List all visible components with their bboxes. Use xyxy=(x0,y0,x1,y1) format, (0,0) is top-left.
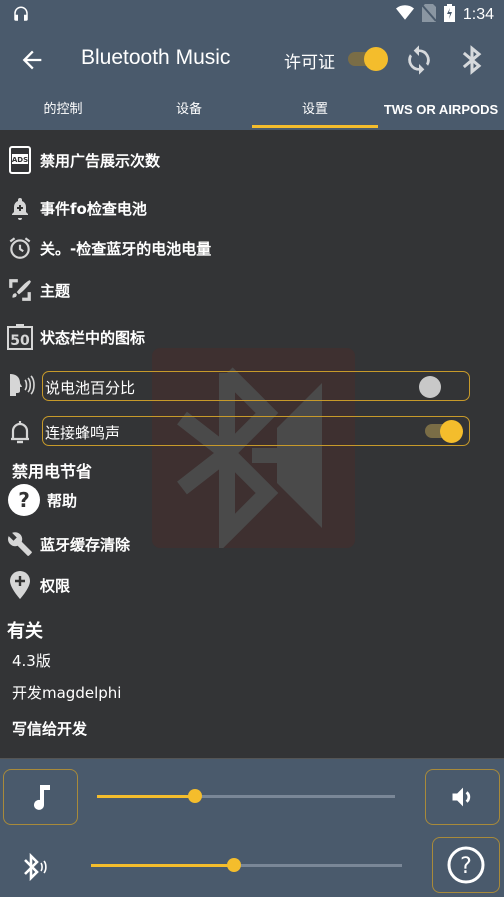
license-label: 许可证 xyxy=(284,53,335,73)
back-button[interactable] xyxy=(18,46,46,74)
contact-developer-link[interactable]: 写信给开发 xyxy=(12,718,87,739)
bluetooth-icon xyxy=(462,45,482,75)
slider-thumb[interactable] xyxy=(227,858,242,872)
bell-plus-icon xyxy=(7,194,33,222)
switch-off-thumb[interactable] xyxy=(419,376,441,398)
toggle-speak-battery-percent[interactable]: 说电池百分比 xyxy=(42,371,470,401)
tab-tws-airpods[interactable]: TWS OR AIRPODS xyxy=(378,92,504,130)
settings-list: ADS 禁用广告展示次数 事件fo检查电池 关。-检查蓝牙的电池电量 主题 50… xyxy=(0,130,504,758)
volume-button[interactable] xyxy=(425,769,500,825)
help-circle-icon: ? xyxy=(8,484,40,516)
setting-clear-bt-cache[interactable]: 蓝牙缓存清除 xyxy=(0,530,130,558)
svg-text:50: 50 xyxy=(10,333,30,349)
toggle-label: 连接蜂鸣声 xyxy=(45,424,121,442)
music-button[interactable] xyxy=(3,769,78,825)
ads-icon: ADS xyxy=(7,146,33,174)
setting-label: 蓝牙缓存清除 xyxy=(40,535,131,554)
headphones-icon xyxy=(12,5,30,27)
setting-label: 事件fo检查电池 xyxy=(40,199,147,218)
sync-icon xyxy=(408,45,430,75)
speak-icon xyxy=(8,372,36,402)
sync-button[interactable] xyxy=(403,44,435,76)
status-bar: 1:34 xyxy=(0,0,504,30)
setting-bt-battery-check-off[interactable]: 关。-检查蓝牙的电池电量 xyxy=(0,234,211,262)
tab-devices[interactable]: 设备 xyxy=(126,92,252,130)
slider-thumb[interactable] xyxy=(188,789,203,803)
developer-label[interactable]: 开发magdelphi xyxy=(12,682,121,703)
bluetooth-audio-icon xyxy=(22,852,50,886)
theme-brush-icon xyxy=(7,276,33,304)
bluetooth-volume-slider[interactable] xyxy=(91,855,402,875)
setting-label: 主题 xyxy=(40,281,71,300)
top-bar: 1:34 Bluetooth Music 许可证 的控制 设备 设置 TWS O… xyxy=(0,0,504,130)
tab-settings[interactable]: 设置 xyxy=(252,92,378,130)
wrench-icon xyxy=(7,530,33,558)
setting-label: 状态栏中的图标 xyxy=(40,328,146,347)
volume-icon xyxy=(452,787,470,807)
battery-50-icon: 50 xyxy=(7,323,33,351)
clock: 1:34 xyxy=(462,6,494,23)
setting-help[interactable]: ? 帮助 xyxy=(0,484,77,516)
location-plus-icon xyxy=(7,571,33,599)
battery-saver-label[interactable]: 禁用电节省 xyxy=(12,458,92,482)
battery-charging-icon xyxy=(443,4,455,26)
svg-text:?: ? xyxy=(18,488,30,512)
bell-icon xyxy=(9,419,31,449)
tab-bar: 的控制 设备 设置 TWS OR AIRPODS xyxy=(0,92,504,130)
app-bar: Bluetooth Music 许可证 xyxy=(0,30,504,90)
switch-on-thumb[interactable] xyxy=(440,420,463,443)
help-button[interactable]: ? xyxy=(432,837,500,893)
music-note-icon xyxy=(33,785,50,810)
toggle-connect-beep[interactable]: 连接蜂鸣声 xyxy=(42,416,470,446)
svg-text:?: ? xyxy=(460,854,472,879)
setting-permissions[interactable]: 权限 xyxy=(0,571,70,599)
help-icon: ? xyxy=(447,846,485,884)
about-heading: 有关 xyxy=(7,621,43,642)
bottom-controls: ? xyxy=(0,758,504,897)
setting-label: 帮助 xyxy=(47,491,78,510)
alarm-clock-icon xyxy=(7,234,33,262)
toggle-label: 说电池百分比 xyxy=(45,379,136,397)
bluetooth-button[interactable] xyxy=(458,43,486,77)
music-volume-slider[interactable] xyxy=(97,786,395,806)
setting-theme[interactable]: 主题 xyxy=(0,276,70,304)
setting-statusbar-icon[interactable]: 50 状态栏中的图标 xyxy=(0,323,145,351)
setting-battery-event-check[interactable]: 事件fo检查电池 xyxy=(0,194,147,222)
setting-label: 关。-检查蓝牙的电池电量 xyxy=(40,239,212,258)
setting-label: 禁用广告展示次数 xyxy=(40,151,161,170)
version-label: 4.3版 xyxy=(12,652,51,670)
no-sim-icon xyxy=(421,4,437,26)
setting-label: 权限 xyxy=(40,576,71,595)
wifi-icon xyxy=(395,5,414,25)
setting-disable-ads[interactable]: ADS 禁用广告展示次数 xyxy=(0,146,160,174)
license-switch[interactable] xyxy=(348,47,388,71)
tab-controls[interactable]: 的控制 xyxy=(0,92,126,130)
svg-text:ADS: ADS xyxy=(12,156,28,164)
app-title: Bluetooth Music xyxy=(81,46,231,69)
arrow-left-icon xyxy=(22,50,42,70)
